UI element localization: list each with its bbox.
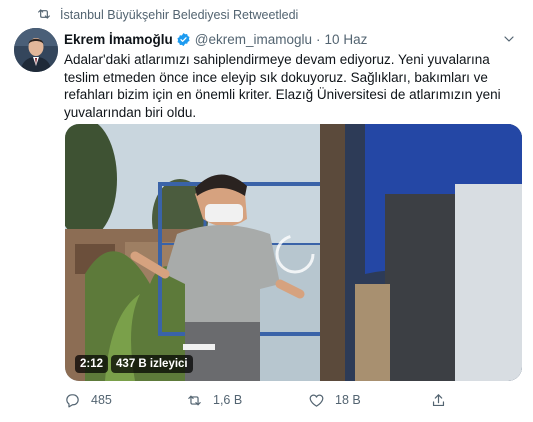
tweet-text: Adalar'daki atlarımızı sahiplendirmeye d… xyxy=(64,52,501,120)
retweet-context[interactable]: İstanbul Büyükşehir Belediyesi Retweetle… xyxy=(36,7,298,23)
retweet-button[interactable]: 1,6 B xyxy=(186,392,308,409)
video-thumbnail xyxy=(65,124,522,381)
like-count: 18 B xyxy=(335,393,361,407)
tweet-actions: 485 1,6 B 18 B xyxy=(64,390,504,410)
verified-badge-icon xyxy=(177,32,190,46)
reply-icon xyxy=(66,393,79,407)
avatar[interactable] xyxy=(14,28,58,72)
tweet-date[interactable]: 10 Haz xyxy=(325,32,368,47)
retweet-context-label: İstanbul Büyükşehir Belediyesi Retweetle… xyxy=(60,8,299,22)
video-badges: 2:12 437 B izleyici xyxy=(75,355,193,373)
video-duration: 2:12 xyxy=(75,355,109,373)
video-player[interactable] xyxy=(65,124,522,381)
retweet-icon xyxy=(36,6,52,25)
video-views: 437 B izleyici xyxy=(111,355,193,373)
separator-dot: · xyxy=(316,31,321,47)
share-icon xyxy=(432,393,445,406)
reply-count: 485 xyxy=(91,393,112,407)
author-handle[interactable]: @ekrem_imamoglu xyxy=(195,32,312,47)
retweet-count: 1,6 B xyxy=(213,393,243,407)
heart-icon xyxy=(309,394,324,407)
retweet-icon xyxy=(188,395,201,405)
reply-button[interactable]: 485 xyxy=(64,392,186,409)
like-button[interactable]: 18 B xyxy=(308,392,430,409)
author-name[interactable]: Ekrem İmamoğlu xyxy=(64,32,173,47)
tweet-header: Ekrem İmamoğlu @ekrem_imamoglu · 10 Haz xyxy=(64,30,517,48)
share-button[interactable] xyxy=(430,392,447,409)
chevron-down-icon[interactable] xyxy=(501,31,517,47)
